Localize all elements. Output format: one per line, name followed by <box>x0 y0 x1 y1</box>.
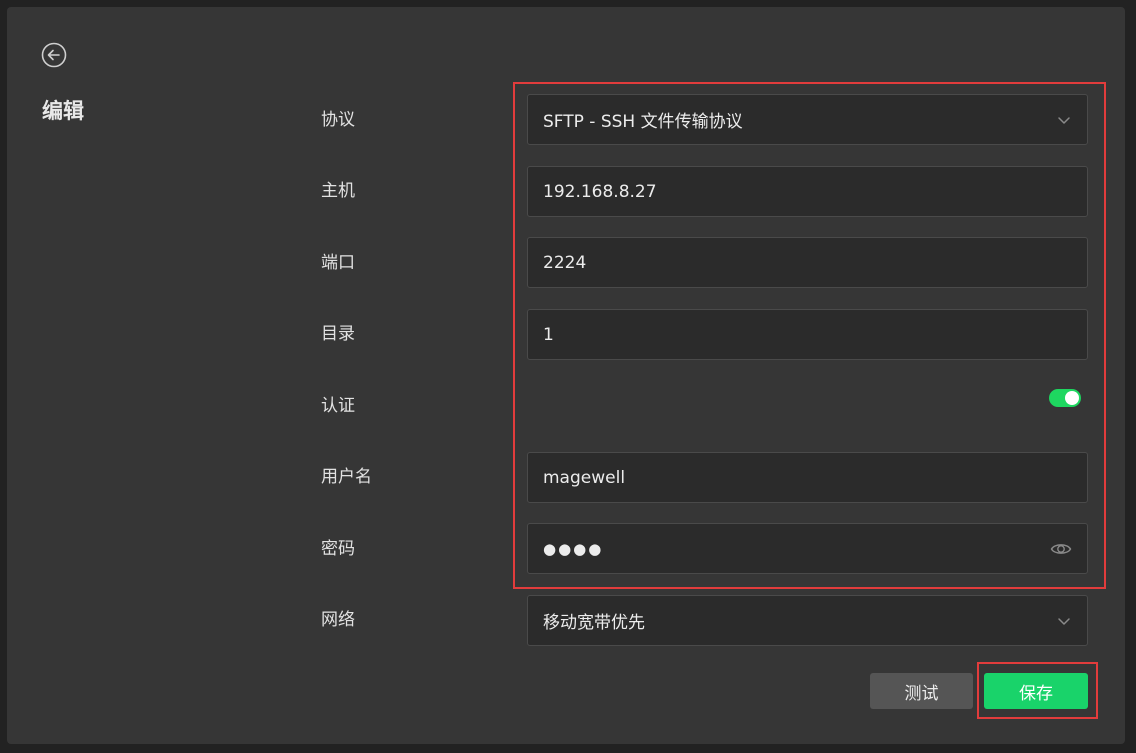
directory-input[interactable] <box>543 324 1072 345</box>
directory-label: 目录 <box>321 324 355 344</box>
eye-icon[interactable] <box>1050 538 1072 560</box>
host-label: 主机 <box>321 181 355 201</box>
password-label: 密码 <box>321 539 355 559</box>
directory-field <box>527 309 1088 360</box>
chevron-down-icon <box>1056 112 1072 128</box>
back-button[interactable] <box>41 42 67 68</box>
port-field <box>527 237 1088 288</box>
username-input[interactable] <box>543 467 1072 488</box>
page-title: 编辑 <box>42 99 84 123</box>
edit-panel: 编辑 协议 SFTP - SSH 文件传输协议 主机 端口 目录 认证 用户名 … <box>7 7 1125 744</box>
username-field <box>527 452 1088 503</box>
username-label: 用户名 <box>321 467 372 487</box>
save-button[interactable]: 保存 <box>984 673 1088 709</box>
toggle-knob <box>1065 391 1079 405</box>
network-value: 移动宽带优先 <box>543 613 645 633</box>
password-masked-value: ●●●● <box>543 539 604 558</box>
network-select[interactable]: 移动宽带优先 <box>527 595 1088 646</box>
port-label: 端口 <box>321 253 355 273</box>
protocol-value: SFTP - SSH 文件传输协议 <box>543 112 743 132</box>
test-button[interactable]: 测试 <box>870 673 973 709</box>
port-input[interactable] <box>543 252 1072 273</box>
protocol-label: 协议 <box>321 110 355 130</box>
chevron-down-icon <box>1056 613 1072 629</box>
password-field[interactable]: ●●●● <box>527 523 1088 574</box>
host-field <box>527 166 1088 217</box>
network-label: 网络 <box>321 610 355 630</box>
auth-toggle[interactable] <box>1049 389 1081 407</box>
protocol-select[interactable]: SFTP - SSH 文件传输协议 <box>527 94 1088 145</box>
arrow-left-circle-icon <box>41 42 67 68</box>
auth-label: 认证 <box>321 396 355 416</box>
host-input[interactable] <box>543 181 1072 202</box>
